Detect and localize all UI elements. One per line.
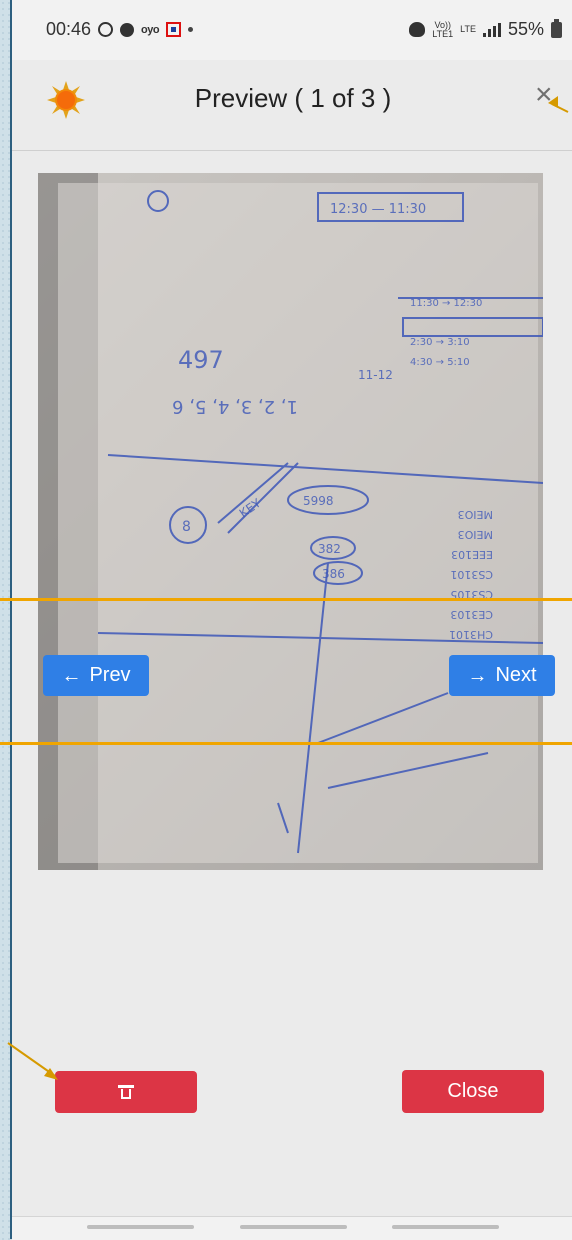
note-circle-a-text: 5998	[303, 494, 334, 508]
note-code-5: CE3103	[450, 608, 493, 621]
app-window: 00:46 oyo Vo)) LTE1 LTE 55% Preview (1 …	[10, 0, 572, 1240]
nav-handle-right[interactable]	[392, 1225, 499, 1229]
next-button[interactable]: → Next	[449, 655, 555, 696]
trash-icon	[118, 1085, 134, 1099]
prev-button[interactable]: ← Prev	[43, 655, 149, 696]
app-notification-icon	[166, 22, 182, 37]
arrow-right-icon: →	[467, 664, 488, 687]
alarm-icon	[409, 22, 426, 37]
note-circle-c-text: 386	[322, 567, 345, 581]
preview-image: 12:30 — 11:30 497 1, 2, 3, 4, 5, 6 11:30…	[38, 173, 543, 870]
note-circle-b-text: 382	[318, 542, 341, 556]
annotation-line-bottom	[0, 742, 572, 745]
note-code-3: CS3101	[450, 568, 493, 581]
oyo-icon: oyo	[141, 23, 160, 36]
note-code-2: EEE103	[451, 548, 493, 561]
arrow-left-icon: ←	[61, 664, 82, 687]
battery-icon	[551, 18, 562, 38]
note-eight-text: 8	[182, 519, 191, 535]
notification-icon	[120, 22, 135, 37]
note-code-1: MEIO3	[458, 528, 493, 541]
system-nav-bar	[12, 1216, 572, 1240]
volte-icon: Vo)) LTE1	[432, 20, 454, 39]
note-fraction-text: 11-12	[358, 368, 393, 382]
delete-button[interactable]	[55, 1071, 197, 1113]
close-icon[interactable]: ×	[535, 80, 553, 110]
prev-label: Prev	[89, 664, 131, 686]
status-time: 00:46	[46, 19, 92, 39]
note-code-0: MEIO3	[458, 508, 493, 521]
note-code-6: CH3101	[449, 628, 493, 641]
annotation-line-top	[0, 598, 572, 601]
nav-handle-left[interactable]	[87, 1225, 194, 1229]
page-title: Preview ( 1 of 3 )	[194, 83, 392, 113]
status-bar: 00:46 oyo Vo)) LTE1 LTE 55%	[12, 0, 572, 60]
note-time-b-text: 2:30 → 3:10	[410, 337, 470, 348]
whatsapp-icon	[98, 22, 114, 37]
note-time-c-text: 4:30 → 5:10	[410, 357, 470, 368]
volte-bottom: LTE1	[432, 28, 454, 39]
lte-icon: LTE	[460, 24, 476, 34]
note-box-text: 12:30 — 11:30	[330, 202, 426, 217]
nav-handle-center[interactable]	[240, 1225, 347, 1229]
status-left: 00:46 oyo	[46, 19, 194, 40]
close-button[interactable]: Close	[402, 1070, 544, 1113]
note-time-a-text: 11:30 → 12:30	[410, 298, 482, 309]
battery-percent: 55%	[507, 19, 544, 39]
status-right: Vo)) LTE1 LTE 55%	[409, 18, 562, 40]
note-number-text: 497	[178, 346, 224, 374]
more-notifications-icon	[188, 27, 194, 32]
note-sequence-text: 1, 2, 3, 4, 5, 6	[172, 396, 298, 417]
handwritten-notes-image: 12:30 — 11:30 497 1, 2, 3, 4, 5, 6 11:30…	[38, 173, 543, 870]
next-label: Next	[495, 664, 537, 686]
signal-icon	[482, 22, 501, 37]
